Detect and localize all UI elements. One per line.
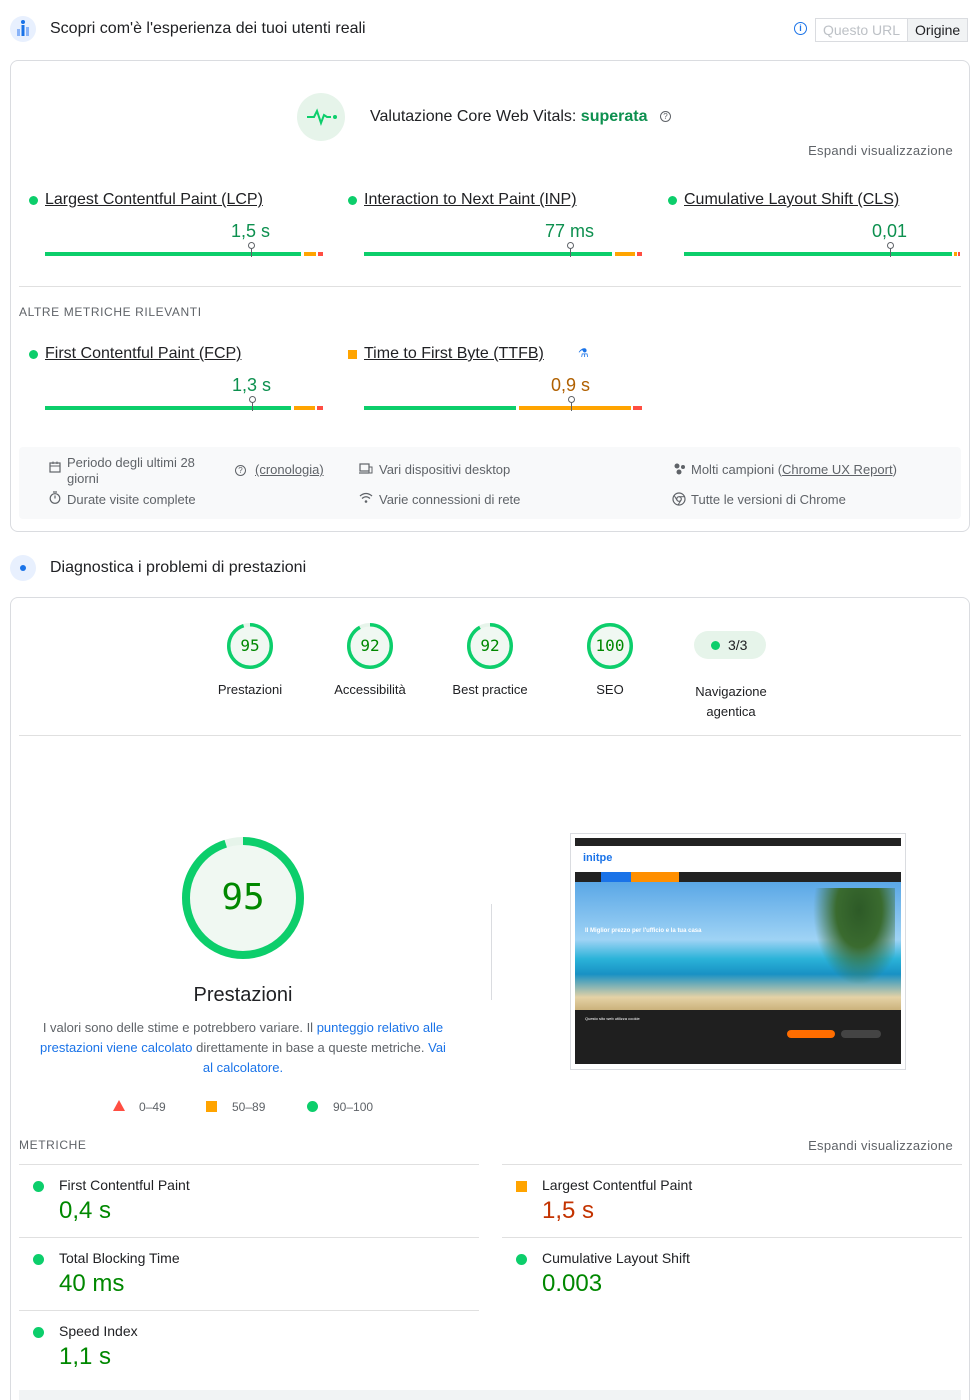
field-data-header: Scopri com'è l'esperienza dei tuoi utent…	[10, 14, 970, 46]
good-indicator	[516, 1254, 527, 1265]
good-indicator	[33, 1254, 44, 1265]
calendar-icon	[49, 461, 61, 476]
expand-view-button[interactable]: Espandi visualizzazione	[808, 1138, 953, 1153]
average-indicator	[516, 1181, 527, 1192]
metric-lcp: Largest Contentful Paint (LCP) 1,5 s	[29, 191, 323, 271]
square-icon	[206, 1101, 217, 1112]
experimental-flask-icon: ⚗	[578, 346, 589, 360]
cwv-label: Valutazione Core Web Vitals:	[370, 108, 577, 125]
site-logo: initpe	[583, 852, 613, 864]
chrome-icon	[672, 492, 686, 509]
chrome-versions-text: Tutte le versioni di Chrome	[691, 492, 846, 507]
users-icon	[10, 16, 36, 42]
other-metrics-label: ALTRE METRICHE RILEVANTI	[19, 305, 202, 319]
good-indicator	[668, 196, 677, 205]
metric-value: 1,5 s	[231, 221, 271, 241]
good-indicator	[348, 196, 357, 205]
legend-average: 50–89	[206, 1100, 265, 1114]
metric-value: 0,9 s	[551, 375, 591, 395]
distribution-bar	[684, 242, 960, 257]
score-gauge-seo[interactable]: 100	[586, 622, 634, 670]
score-label: Best practice	[452, 682, 528, 697]
network-text: Varie connessioni di rete	[379, 492, 521, 507]
good-indicator	[33, 1327, 44, 1338]
score-label: Prestazioni	[217, 682, 283, 697]
samples-text: Molti campioni (Chrome UX Report)	[691, 462, 897, 477]
score-gauge-accessibility[interactable]: 92	[346, 622, 394, 670]
circle-icon	[307, 1101, 318, 1112]
data-source-info: Periodo degli ultimi 28 giorni ? (cronol…	[19, 447, 961, 519]
bottom-panel	[19, 1390, 961, 1400]
performance-description: I valori sono delle stime e potrebbero v…	[40, 1020, 446, 1075]
performance-big-gauge: 95	[181, 836, 305, 960]
toggle-origin[interactable]: Origine	[908, 19, 968, 41]
metric-value: 0,01	[872, 221, 908, 241]
metric-label[interactable]: Largest Contentful Paint (LCP)	[45, 191, 263, 209]
lab-metric-tbt: Total Blocking Time 40 ms	[19, 1237, 479, 1310]
wifi-icon	[359, 492, 373, 506]
history-link[interactable]: (cronologia)	[255, 462, 324, 477]
divider	[491, 904, 492, 1000]
section-title: Diagnostica i problemi di prestazioni	[50, 559, 307, 576]
help-icon[interactable]: ?	[659, 111, 671, 123]
url-origin-toggle[interactable]: Questo URL Origine	[815, 18, 969, 42]
legend-good: 90–100	[307, 1100, 373, 1114]
good-indicator	[29, 196, 38, 205]
score-gauge-performance[interactable]: 95	[226, 622, 274, 670]
legend-poor: 0–49	[113, 1100, 166, 1114]
metric-label[interactable]: Cumulative Layout Shift (CLS)	[684, 191, 899, 209]
score-gauge-best-practices[interactable]: 92	[466, 622, 514, 670]
metric-cls: Cumulative Layout Shift (CLS) 0,01	[668, 191, 960, 271]
heartbeat-icon	[297, 93, 345, 141]
performance-title: Prestazioni	[193, 984, 293, 1006]
score-label: SEO	[596, 682, 624, 697]
divider	[19, 735, 961, 736]
help-icon[interactable]: ?	[235, 463, 246, 477]
metric-inp: Interaction to Next Paint (INP) 77 ms	[348, 191, 642, 271]
metric-fcp: First Contentful Paint (FCP) 1,3 s	[29, 345, 323, 425]
average-indicator	[348, 350, 357, 359]
good-indicator	[33, 1181, 44, 1192]
lab-metric-lcp: Largest Contentful Paint 1,5 s	[502, 1164, 962, 1237]
metric-ttfb: Time to First Byte (TTFB) ⚗ 0,9 s	[348, 345, 642, 425]
metric-label[interactable]: Interaction to Next Paint (INP)	[364, 191, 577, 209]
distribution-bar	[364, 396, 642, 411]
toggle-this-url[interactable]: Questo URL	[816, 19, 909, 41]
distribution-bar	[364, 242, 642, 257]
distribution-bar	[45, 396, 323, 411]
section-title: Scopri com'è l'esperienza dei tuoi utent…	[50, 20, 366, 37]
agentic-badge[interactable]: 3/3	[694, 631, 766, 659]
samples-icon	[673, 462, 687, 478]
expand-view-button[interactable]: Espandi visualizzazione	[808, 143, 953, 158]
triangle-icon	[113, 1100, 125, 1111]
desktop-devices-icon	[359, 463, 373, 478]
metric-value: 1,3 s	[232, 375, 272, 395]
lab-metric-fcp: First Contentful Paint 0,4 s	[19, 1164, 479, 1237]
cwv-status: superata	[580, 108, 648, 125]
lab-data-card: 95 Prestazioni 92 Accessibilità 92 Best …	[10, 597, 970, 1400]
visits-text: Durate visite complete	[67, 492, 196, 507]
timer-icon	[49, 491, 61, 507]
chrome-ux-report-link[interactable]: Chrome UX Report	[782, 462, 893, 477]
lab-metric-speed-index: Speed Index 1,1 s	[19, 1310, 479, 1383]
diagnostic-icon	[10, 555, 36, 581]
devices-text: Vari dispositivi desktop	[379, 462, 511, 477]
score-label: Accessibilità	[334, 682, 406, 697]
metrics-label: METRICHE	[19, 1138, 87, 1152]
distribution-bar	[45, 242, 323, 257]
divider	[19, 286, 961, 287]
period-text: Periodo degli ultimi 28 giorni	[67, 455, 195, 486]
info-icon[interactable]: i	[794, 22, 807, 35]
page-screenshot: initpe Il Miglior prezzo per l'ufficio e…	[570, 833, 906, 1070]
field-data-card: Valutazione Core Web Vitals: superata ? …	[10, 60, 970, 532]
good-indicator	[29, 350, 38, 359]
metric-value: 77 ms	[545, 221, 595, 241]
cwv-assessment: Valutazione Core Web Vitals: superata ?	[370, 108, 671, 126]
lab-metric-cls: Cumulative Layout Shift 0.003	[502, 1237, 962, 1310]
good-indicator	[711, 641, 720, 650]
metric-label[interactable]: Time to First Byte (TTFB)	[364, 345, 544, 363]
metric-label[interactable]: First Contentful Paint (FCP)	[45, 345, 242, 363]
lab-data-header: Diagnostica i problemi di prestazioni	[10, 554, 970, 584]
agentic-label: Navigazione agentica	[695, 684, 767, 719]
